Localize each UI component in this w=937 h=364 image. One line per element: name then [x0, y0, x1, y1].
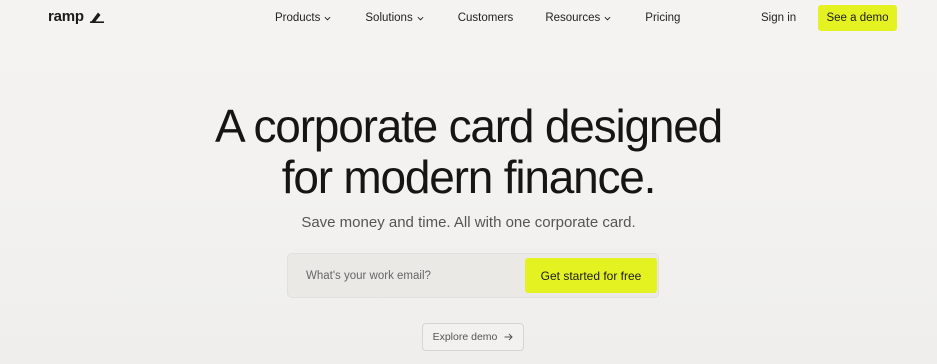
ramp-logo[interactable]: ramp — [48, 8, 105, 25]
get-started-button[interactable]: Get started for free — [525, 258, 657, 293]
hero-title-line-2: for modern finance. — [281, 151, 657, 203]
explore-demo-label: Explore demo — [432, 331, 498, 343]
nav-item-resources[interactable]: Resources — [545, 12, 611, 24]
see-a-demo-button[interactable]: See a demo — [818, 5, 897, 31]
nav-item-label: Solutions — [365, 12, 413, 24]
hero-subtitle: Save money and time. All with one corpor… — [301, 214, 636, 231]
sign-in-link[interactable]: Sign in — [761, 12, 796, 24]
nav-item-products[interactable]: Products — [275, 12, 331, 24]
nav-item-label: Resources — [545, 12, 601, 24]
logo-wordmark: ramp — [48, 8, 84, 25]
nav-item-label: Pricing — [645, 12, 681, 24]
nav-item-solutions[interactable]: Solutions — [365, 12, 424, 24]
explore-demo-button[interactable]: Explore demo — [422, 323, 524, 351]
nav-item-label: Products — [275, 12, 321, 24]
nav-item-pricing[interactable]: Pricing — [645, 12, 680, 24]
email-signup-form: Get started for free — [287, 253, 659, 298]
hero-title-line-1: A corporate card designed — [214, 100, 723, 152]
top-navigation: ramp Products Solutions Customers Resour… — [0, 0, 937, 37]
chevron-down-icon — [604, 16, 611, 20]
nav-item-customers[interactable]: Customers — [458, 12, 514, 24]
nav-links: Products Solutions Customers Resources P… — [275, 12, 680, 24]
ramp-logo-icon — [89, 12, 104, 23]
nav-item-label: Customers — [457, 12, 514, 24]
chevron-down-icon — [324, 16, 331, 20]
arrow-right-icon — [504, 333, 514, 341]
work-email-input[interactable] — [288, 254, 518, 297]
hero-title: A corporate card designed for modern fin… — [0, 101, 937, 203]
chevron-down-icon — [417, 16, 424, 20]
